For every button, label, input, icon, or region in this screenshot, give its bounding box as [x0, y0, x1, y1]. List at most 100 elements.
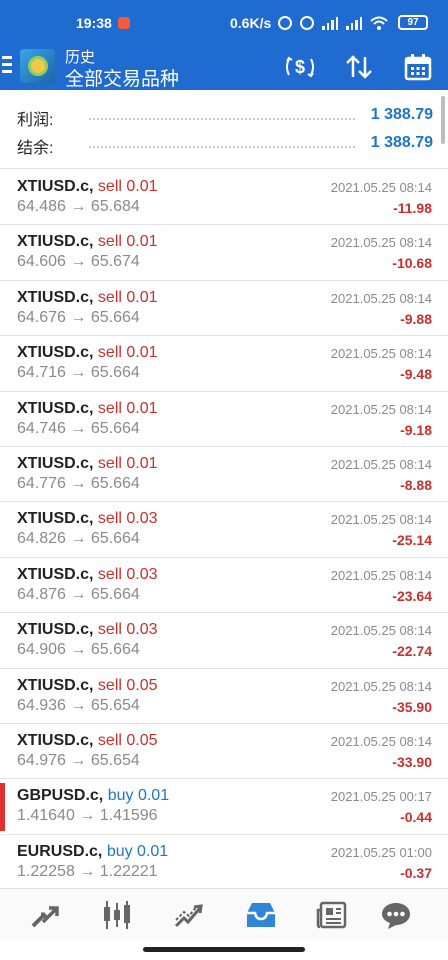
profit-value: 1 388.79 [370, 106, 433, 123]
status-bar: 19:38 0.6K/s 97 [0, 0, 448, 46]
dotted-leader [89, 146, 355, 148]
trade-prices: 64.936 → 65.654 [17, 696, 140, 714]
trade-prices: 64.606 → 65.674 [17, 253, 140, 271]
dotted-leader [89, 118, 355, 120]
trade-side: sell 0.03 [97, 565, 158, 583]
candlestick-icon [104, 901, 130, 929]
alarm-icon [300, 16, 314, 30]
trade-symbol: XTIUSD.c, [17, 288, 94, 306]
mute-icon [278, 16, 292, 30]
trade-symbol-line: XTIUSD.c, sell 0.01 [17, 400, 158, 418]
currency-button[interactable]: $ [283, 52, 317, 82]
trade-datetime: 2021.05.25 08:14 [330, 678, 432, 694]
trade-symbol: XTIUSD.c, [17, 676, 94, 694]
trade-prices: 64.776 → 65.664 [17, 474, 140, 492]
trade-row[interactable]: XTIUSD.c, sell 0.03 64.876 → 65.664 2021.0… [0, 558, 448, 614]
wifi-icon [370, 16, 388, 30]
trade-side: sell 0.05 [97, 676, 158, 694]
nav-quotes[interactable] [27, 899, 63, 931]
status-time: 19:38 [76, 15, 112, 31]
trade-row[interactable]: XTIUSD.c, sell 0.05 64.976 → 65.654 2021.0… [0, 724, 448, 780]
trade-side: sell 0.01 [97, 178, 158, 195]
nav-messages[interactable] [378, 899, 414, 931]
trade-row[interactable]: XTIUSD.c, sell 0.01 64.676 → 65.664 2021.0… [0, 281, 448, 337]
trade-profit-loss: -10.68 [392, 255, 432, 272]
trade-prices: 1.22258 → 1.22221 [17, 862, 158, 880]
trade-symbol: XTIUSD.c, [17, 454, 94, 472]
trade-datetime: 2021.05.25 08:14 [330, 180, 432, 195]
trade-profit-loss: -9.48 [400, 366, 432, 383]
signal-icon-2 [346, 16, 362, 30]
trade-symbol-line: XTIUSD.c, sell 0.05 [17, 732, 158, 750]
signal-icon [322, 16, 338, 30]
trade-row[interactable]: XTIUSD.c, sell 0.03 64.826 → 65.664 2021.0… [0, 502, 448, 558]
trade-profit-loss: -25.14 [392, 532, 432, 549]
summary-panel: 利润: 1 388.79 结余: 1 388.79 [0, 92, 448, 169]
trade-prices: 1.41640 → 1.41596 [17, 807, 158, 825]
nav-chart[interactable] [99, 899, 135, 931]
trade-datetime: 2021.05.25 08:14 [330, 235, 432, 251]
trade-row[interactable]: EURUSD.c, buy 0.01 1.22258 → 1.22221 2021.… [0, 835, 448, 891]
trade-datetime: 2021.05.25 08:14 [330, 567, 432, 583]
trade-side: sell 0.03 [97, 621, 158, 639]
balance-value: 1 388.79 [370, 134, 433, 151]
trade-side: buy 0.01 [107, 787, 170, 805]
sort-button[interactable] [343, 52, 375, 82]
trade-row[interactable]: XTIUSD.c, sell 0.05 64.936 → 65.654 2021.0… [0, 669, 448, 724]
notification-icon [118, 17, 130, 29]
network-speed: 0.6K/s [230, 15, 272, 31]
trade-row[interactable]: XTIUSD.c, sell 0.01 64.486 → 65.684 2021.0… [0, 170, 448, 226]
nav-history[interactable] [243, 899, 279, 931]
trade-side: sell 0.01 [97, 399, 158, 417]
trade-profit-loss: -0.44 [400, 809, 432, 826]
trade-symbol-line: XTIUSD.c, sell 0.01 [17, 178, 158, 196]
trade-symbol: XTIUSD.c, [17, 621, 94, 639]
trade-side: sell 0.01 [97, 344, 158, 362]
battery-icon: 97 [398, 15, 428, 30]
trade-row[interactable]: XTIUSD.c, sell 0.01 64.776 → 65.664 2021.0… [0, 447, 448, 503]
trade-datetime: 2021.05.25 00:17 [330, 789, 432, 805]
trade-symbol-line: XTIUSD.c, sell 0.05 [17, 677, 158, 695]
trade-profit-loss: -22.74 [392, 643, 432, 660]
trade-side: sell 0.05 [97, 731, 158, 749]
trade-datetime: 2021.05.25 08:14 [330, 623, 432, 639]
trade-profit-loss: -35.90 [392, 698, 432, 715]
trade-profit-loss: -0.37 [400, 864, 432, 881]
trend-line-icon [174, 904, 203, 928]
trade-row[interactable]: GBPUSD.c, buy 0.01 1.41640 → 1.41596 2021.… [0, 779, 448, 835]
trade-symbol: XTIUSD.c, [17, 565, 94, 583]
trade-side: sell 0.03 [97, 510, 158, 528]
nav-trade[interactable] [171, 899, 207, 931]
nav-news[interactable] [314, 899, 350, 931]
status-icons [278, 14, 388, 32]
trade-profit-loss: -33.90 [392, 753, 432, 770]
trade-symbol-line: XTIUSD.c, sell 0.01 [17, 344, 158, 362]
selected-marker [0, 783, 5, 832]
trade-symbol: XTIUSD.c, [17, 344, 94, 362]
trade-symbol-line: GBPUSD.c, buy 0.01 [17, 787, 169, 805]
scrollbar[interactable] [441, 96, 445, 144]
newspaper-icon [316, 901, 347, 929]
menu-icon[interactable] [2, 56, 12, 76]
calendar-button[interactable] [402, 52, 434, 82]
header-title[interactable]: 全部交易品种 [65, 64, 179, 91]
home-indicator[interactable] [143, 947, 305, 952]
trade-side: sell 0.01 [97, 454, 158, 472]
chat-bubble-icon [382, 903, 410, 929]
trade-symbol: XTIUSD.c, [17, 510, 94, 528]
trade-profit-loss: -23.64 [392, 587, 432, 604]
trade-row[interactable]: XTIUSD.c, sell 0.03 64.906 → 65.664 2021.0… [0, 613, 448, 669]
trade-row[interactable]: XTIUSD.c, sell 0.01 64.716 → 65.664 2021.0… [0, 336, 448, 392]
sort-arrows-icon [346, 55, 372, 79]
trade-row[interactable]: XTIUSD.c, sell 0.01 64.746 → 65.664 2021.0… [0, 392, 448, 447]
trade-prices: 64.976 → 65.654 [17, 751, 140, 769]
trade-prices: 64.826 → 65.664 [17, 530, 140, 548]
trade-row[interactable]: XTIUSD.c, sell 0.01 64.606 → 65.674 2021.0… [0, 225, 448, 281]
trade-datetime: 2021.05.25 08:14 [330, 290, 432, 306]
trade-datetime: 2021.05.25 08:14 [330, 346, 432, 362]
trade-symbol-line: XTIUSD.c, sell 0.03 [17, 510, 158, 528]
trade-datetime: 2021.05.25 01:00 [330, 844, 432, 860]
trade-symbol: XTIUSD.c, [17, 399, 94, 417]
inbox-icon [247, 903, 275, 927]
trade-prices: 64.486 → 65.684 [17, 198, 140, 215]
